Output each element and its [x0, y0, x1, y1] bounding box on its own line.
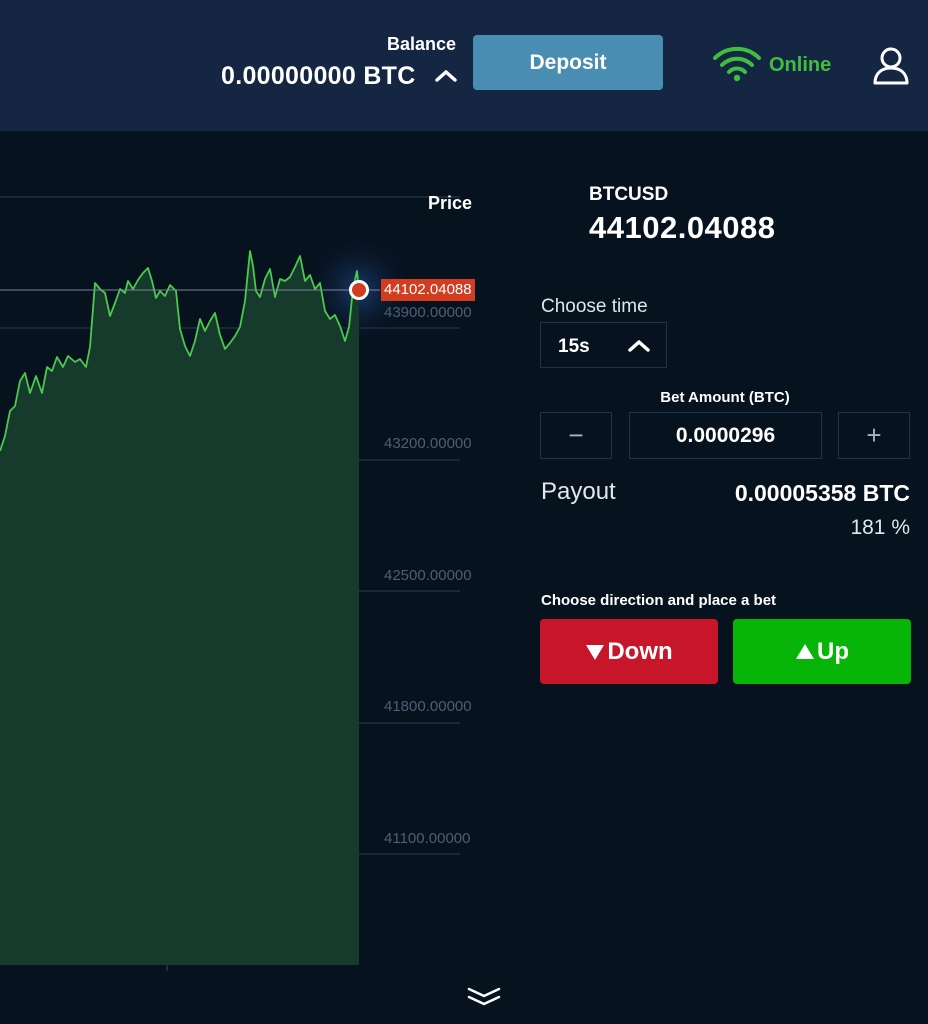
user-icon[interactable] [872, 46, 910, 86]
chevron-up-icon [628, 340, 650, 352]
price-tick-label: 42500.00000 [384, 567, 472, 584]
up-button-label: Up [817, 637, 849, 665]
price-heading: Price [428, 193, 473, 213]
price-tick-label: 43200.00000 [384, 435, 472, 452]
double-chevron-down-icon[interactable] [465, 984, 503, 1008]
balance-value[interactable]: 0.00000000 BTC [221, 62, 416, 91]
time-select[interactable]: 15s [540, 322, 667, 368]
current-price-marker [349, 280, 369, 300]
top-bar: Balance 0.00000000 BTC Deposit Online [0, 0, 928, 131]
price-chart-canvas [0, 196, 460, 971]
direction-label: Choose direction and place a bet [541, 592, 777, 609]
price-area-fill [0, 251, 359, 965]
price-tick-label: 43900.00000 [384, 304, 472, 321]
payout-percent: 181 % [850, 516, 910, 539]
down-button[interactable]: Down [540, 619, 718, 684]
bet-amount-input[interactable]: 0.0000296 [629, 412, 822, 459]
connection-status: Online [769, 54, 832, 76]
triangle-up-icon [796, 643, 814, 659]
price-tick-label: 41100.00000 [384, 830, 471, 847]
bet-amount-label: Bet Amount (BTC) [660, 389, 790, 406]
current-price-tag: 44102.04088 [381, 279, 475, 301]
deposit-button[interactable]: Deposit [473, 35, 663, 90]
triangle-down-icon [586, 644, 605, 660]
payout-value: 0.00005358 BTC [734, 480, 910, 506]
down-button-label: Down [607, 637, 673, 665]
price-tick-label: 41800.00000 [384, 698, 472, 715]
payout-label: Payout [541, 478, 616, 505]
asset-symbol: BTCUSD [589, 184, 669, 205]
wifi-icon [713, 46, 761, 82]
asset-price: 44102.04088 [589, 210, 776, 245]
bet-decrement-button[interactable]: − [540, 412, 612, 459]
bet-increment-button[interactable]: + [838, 412, 910, 459]
chevron-up-icon[interactable] [432, 64, 460, 88]
time-value: 15s [558, 336, 590, 357]
choose-time-label: Choose time [541, 296, 648, 317]
price-chart[interactable] [0, 131, 490, 981]
up-button[interactable]: Up [733, 619, 911, 684]
balance-label: Balance [386, 34, 456, 54]
